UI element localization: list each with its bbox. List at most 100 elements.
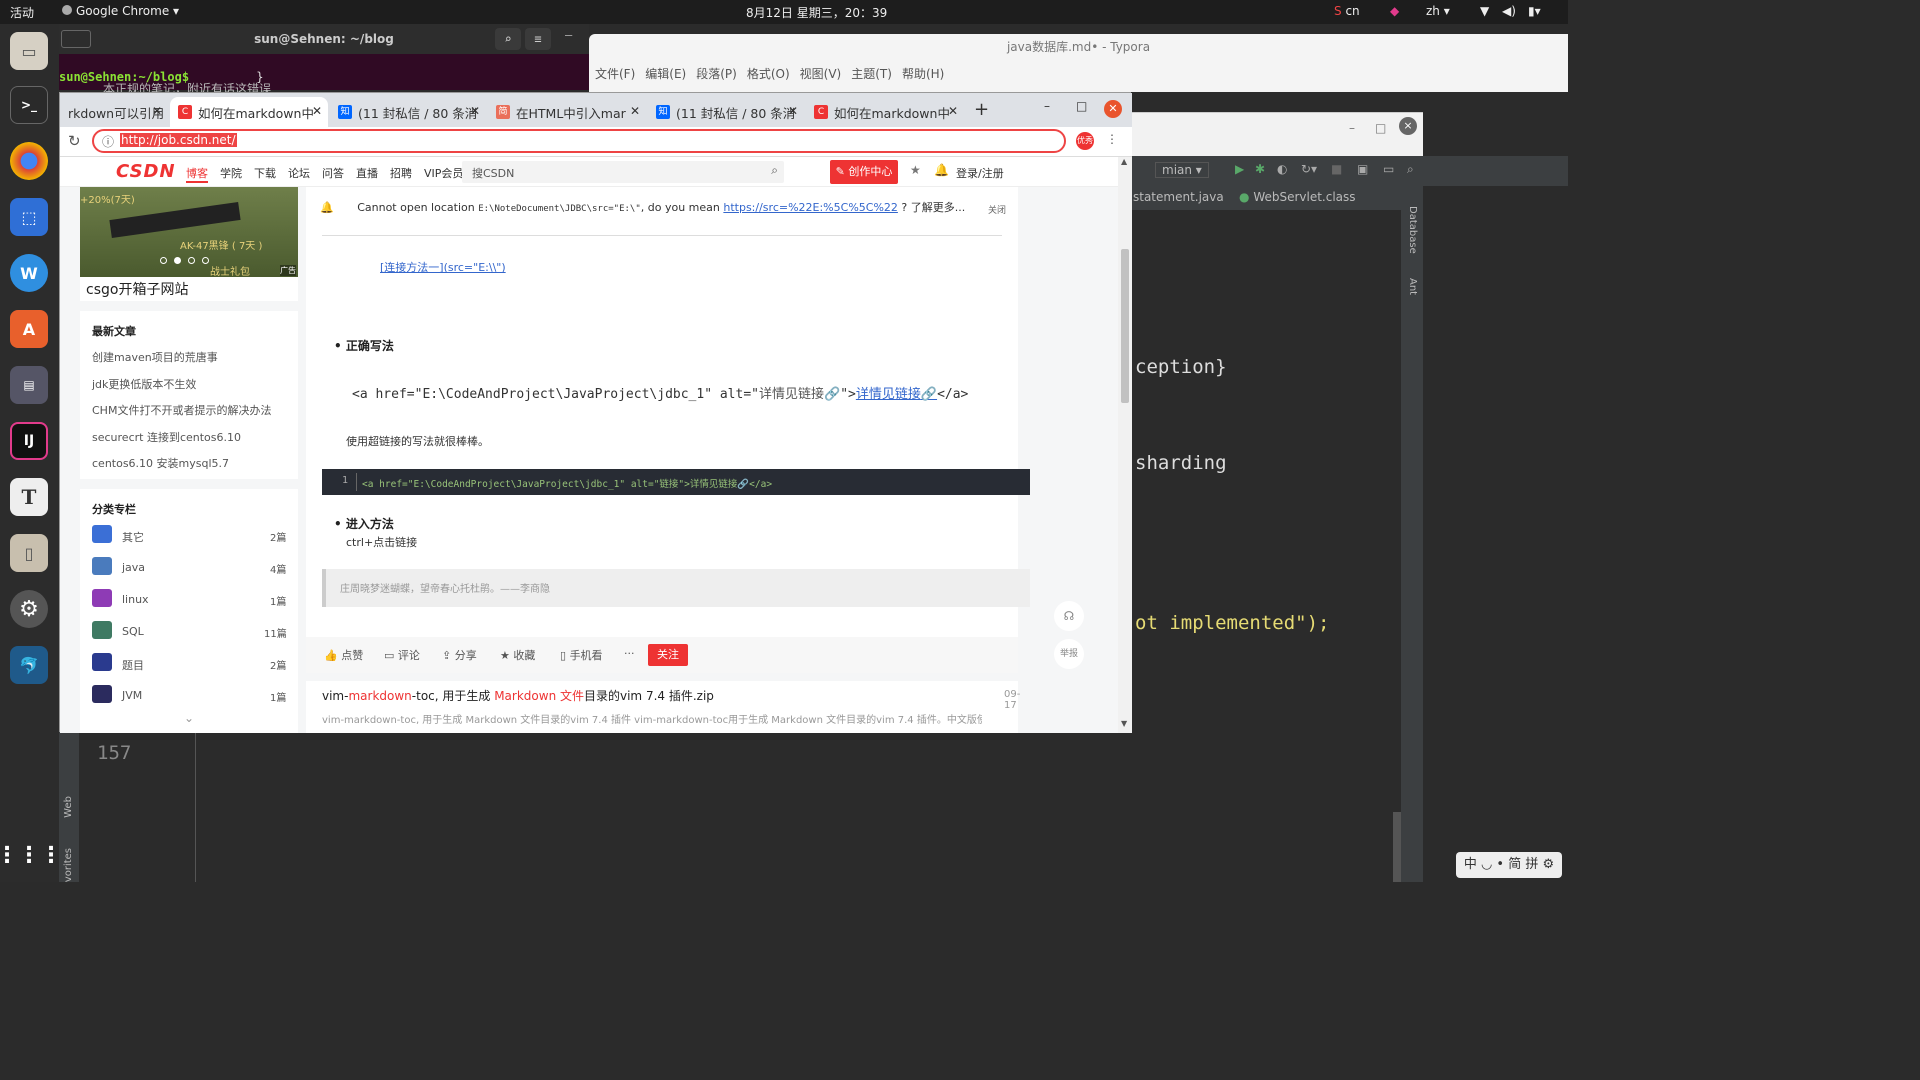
more-actions-button[interactable]: ··· — [624, 647, 635, 660]
login-link[interactable]: 登录/注册 — [956, 165, 1004, 181]
view-on-phone-button[interactable]: ▯ 手机看 — [560, 647, 603, 663]
url-text[interactable]: http://job.csdn.net/ — [120, 133, 237, 147]
clock[interactable]: 8月12日 星期三，20：39 — [746, 4, 887, 21]
nav-jobs[interactable]: 招聘 — [390, 165, 412, 183]
menu-paragraph[interactable]: 段落(P) — [696, 65, 737, 82]
expand-categories-icon[interactable]: ⌄ — [184, 711, 194, 725]
address-bar[interactable]: ⓘ http://job.csdn.net/ — [92, 129, 1066, 153]
browser-tab[interactable]: 知 (11 封私信 / 80 条消 ✕ — [330, 97, 486, 127]
close-tab-icon[interactable]: ✕ — [152, 104, 162, 118]
menu-format[interactable]: 格式(O) — [747, 65, 790, 82]
ime-toolbar[interactable]: 中 ◡ • 简 拼 ⚙ — [1456, 852, 1562, 878]
ant-tool-button[interactable]: Ant — [1407, 278, 1418, 295]
software-center-icon[interactable]: A — [10, 310, 48, 348]
follow-button[interactable]: 关注 — [648, 644, 688, 666]
close-tab-icon[interactable]: ✕ — [630, 104, 640, 118]
show-apps-icon[interactable]: ⋮⋮⋮ — [0, 836, 62, 874]
comment-button[interactable]: ▭ 评论 — [384, 647, 420, 663]
profile-avatar[interactable]: 优秀 — [1076, 132, 1094, 150]
mysql-workbench-icon[interactable]: 🐬 — [10, 646, 48, 684]
browser-tab[interactable]: rkdown可以引用 ✕ — [60, 97, 168, 127]
nav-vip[interactable]: VIP会员 — [424, 165, 463, 183]
nav-forum[interactable]: 论坛 — [288, 165, 310, 183]
latest-article-link[interactable]: centos6.10 安装mysql5.7 — [92, 455, 229, 471]
recommended-item[interactable]: vim-markdown-toc, 用于生成 Markdown 文件目录的vim… — [306, 681, 1020, 733]
text-editor-icon[interactable]: T — [10, 478, 48, 516]
editor-tab[interactable]: ● WebServlet.class — [1239, 190, 1356, 204]
suggested-link[interactable]: https://src=%22E:%5C%5C%22 — [723, 201, 898, 214]
wifi-icon[interactable]: ▼ — [1480, 4, 1489, 18]
window-close-button[interactable]: ✕ — [1104, 100, 1122, 118]
site-info-icon[interactable]: ⓘ — [102, 133, 114, 150]
menu-theme[interactable]: 主题(T) — [851, 65, 892, 82]
browser-menu-icon[interactable]: ⋮ — [1106, 132, 1118, 146]
scroll-up-arrow[interactable]: ▲ — [1121, 157, 1127, 166]
settings-icon[interactable]: ⚙ — [10, 590, 48, 628]
stop-icon[interactable]: ■ — [1331, 162, 1342, 176]
menu-file[interactable]: 文件(F) — [595, 65, 635, 82]
customer-service-icon[interactable]: ☊ — [1054, 601, 1084, 631]
editor-tab[interactable]: statement.java — [1133, 190, 1224, 204]
archive-icon[interactable]: ▯ — [10, 534, 48, 572]
report-button[interactable]: 举报 — [1054, 639, 1084, 669]
page-scrollbar[interactable]: ▲ ▼ — [1118, 157, 1132, 733]
window-maximize-button[interactable]: □ — [1076, 99, 1087, 113]
activities-button[interactable]: 活动 — [10, 4, 34, 21]
volume-icon[interactable]: ◀) — [1502, 4, 1516, 18]
terminal-window[interactable]: sun@Sehnen: ~/blog ⌕ ≡ – sun@Sehnen:~/bl… — [59, 24, 589, 96]
latest-article-link[interactable]: jdk更换低版本不生效 — [92, 376, 196, 392]
reload-icon[interactable]: ↻ — [68, 132, 81, 150]
link-method-one[interactable]: [连接方法一](src="E:\\") — [380, 259, 506, 275]
coverage-icon[interactable]: ◐ — [1277, 162, 1287, 176]
ide-maximize-button[interactable]: □ — [1375, 121, 1386, 135]
csdn-search-input[interactable]: 搜CSDN ⌕ — [462, 161, 784, 183]
database-tool-button[interactable]: Database — [1407, 206, 1418, 254]
latest-article-link[interactable]: 创建maven项目的荒唐事 — [92, 349, 218, 365]
code-block[interactable]: 1 <a href="E:\CodeAndProject\JavaProject… — [322, 469, 1030, 495]
close-tab-icon[interactable]: ✕ — [948, 104, 958, 118]
search-icon[interactable]: ⌕ — [771, 163, 778, 178]
close-tab-icon[interactable]: ✕ — [312, 104, 322, 118]
scrollbar-thumb[interactable] — [1121, 249, 1129, 403]
ide-minimize-button[interactable]: – — [1349, 121, 1355, 135]
input-method-indicator[interactable]: S cn — [1334, 4, 1360, 18]
share-button[interactable]: ⇪ 分享 — [442, 647, 477, 663]
scroll-down-arrow[interactable]: ▼ — [1121, 719, 1127, 728]
favorites-star-icon[interactable]: ★ — [910, 163, 921, 177]
browser-tab[interactable]: C 如何在markdown中 ✕ — [806, 97, 964, 127]
menu-help[interactable]: 帮助(H) — [902, 65, 944, 82]
csdn-logo[interactable]: CSDN — [116, 161, 176, 182]
run-icon[interactable]: ▶ — [1235, 162, 1244, 176]
files-icon[interactable]: ▭ — [10, 32, 48, 70]
terminal-tab-icon[interactable] — [61, 30, 91, 48]
chrome-icon[interactable] — [10, 142, 48, 180]
project-structure-icon[interactable]: ▣ — [1357, 162, 1368, 176]
terminal-menu-icon[interactable]: ≡ — [525, 28, 551, 50]
collect-button[interactable]: ★ 收藏 — [500, 647, 535, 663]
run-config-selector[interactable]: mian ▾ — [1155, 162, 1209, 178]
details-link[interactable]: 详情见链接🔗 — [856, 387, 937, 402]
language-selector[interactable]: zh ▾ — [1426, 4, 1450, 18]
terminal-search-icon[interactable]: ⌕ — [495, 28, 521, 50]
menu-view[interactable]: 视图(V) — [800, 65, 842, 82]
ad-caption[interactable]: csgo开箱子网站 — [86, 279, 188, 299]
app-indicator-icon[interactable]: ◆ — [1390, 4, 1399, 18]
web-tool-button[interactable]: Web — [63, 796, 74, 818]
browser-tab[interactable]: 简在HTML中引入mar ✕ — [488, 97, 646, 127]
ad-card[interactable]: +20%(7天) AK-47黑锋 ( 7天 ) 战士礼包 广告 csgo开箱子网… — [80, 187, 298, 301]
active-app-menu[interactable]: Google Chrome ▾ — [62, 4, 179, 18]
ide-scrollbar[interactable] — [1393, 812, 1401, 882]
terminal-minimize-button[interactable]: – — [565, 28, 572, 42]
create-center-button[interactable]: ✎ 创作中心 — [830, 160, 898, 184]
typora-window[interactable]: java数据库.md• - Typora 文件(F) 编辑(E) 段落(P) 格… — [589, 34, 1568, 92]
close-tab-icon[interactable]: ✕ — [470, 104, 480, 118]
nav-qa[interactable]: 问答 — [322, 165, 344, 183]
profile-icon[interactable]: ↻▾ — [1301, 162, 1317, 176]
nav-live[interactable]: 直播 — [356, 165, 378, 183]
screenshot-icon[interactable]: ⬚ — [10, 198, 48, 236]
new-tab-button[interactable]: + — [974, 99, 989, 120]
intellij-window[interactable]: – □ × mian ▾ ▶ ✱ ◐ ↻▾ ■ ▣ ▭ ⌕ statement.… — [1131, 92, 1568, 882]
close-tab-icon[interactable]: ✕ — [788, 104, 798, 118]
menu-edit[interactable]: 编辑(E) — [645, 65, 686, 82]
window-minimize-button[interactable]: – — [1044, 99, 1050, 113]
